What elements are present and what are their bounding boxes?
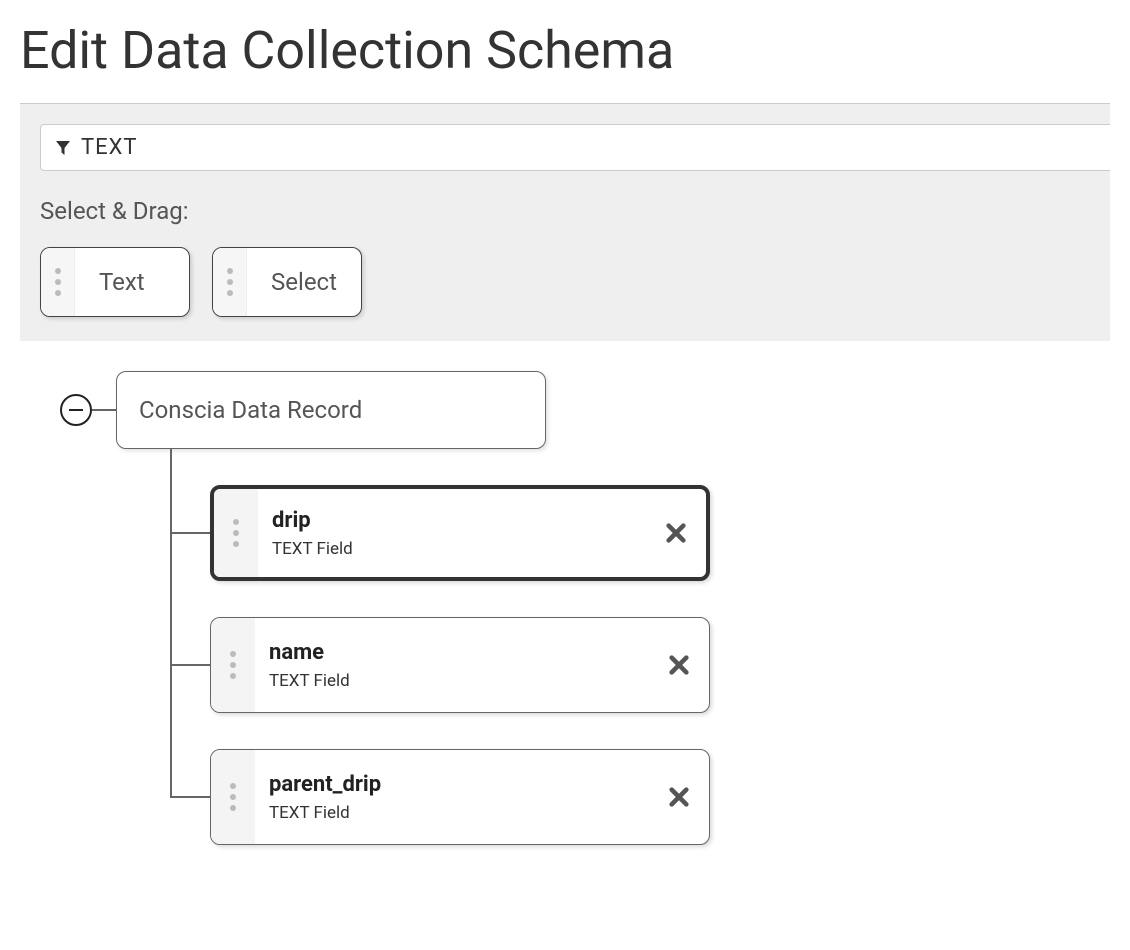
chip-label: Select [247, 248, 361, 316]
field-type: TEXT Field [269, 803, 649, 823]
field-type: TEXT Field [272, 539, 646, 559]
filter-value: TEXT [81, 135, 138, 160]
remove-field-button[interactable] [646, 489, 706, 577]
close-icon [668, 786, 690, 808]
collapse-toggle[interactable] [60, 394, 92, 426]
drag-handle-icon[interactable] [213, 248, 247, 316]
field-node-name[interactable]: name TEXT Field [210, 617, 710, 713]
field-type: TEXT Field [269, 671, 649, 691]
chip-label: Text [75, 248, 169, 316]
remove-field-button[interactable] [649, 618, 709, 712]
minus-icon [69, 409, 83, 411]
section-label: Select & Drag: [40, 197, 1110, 225]
tree-connector [92, 409, 116, 411]
field-name: drip [272, 508, 646, 533]
tree-connector [170, 532, 210, 534]
field-node-parent-drip[interactable]: parent_drip TEXT Field [210, 749, 710, 845]
field-node-drip[interactable]: drip TEXT Field [210, 485, 710, 581]
page-title: Edit Data Collection Schema [20, 20, 1110, 81]
chip-row: Text Select [40, 247, 1110, 317]
chip-text[interactable]: Text [40, 247, 190, 317]
chip-select[interactable]: Select [212, 247, 362, 317]
close-icon [665, 522, 687, 544]
tree-connector [170, 664, 210, 666]
filter-input[interactable]: TEXT [40, 124, 1110, 171]
field-type-panel: TEXT Select & Drag: Text Select [20, 103, 1110, 341]
drag-handle-icon[interactable] [211, 618, 255, 712]
root-node[interactable]: Conscia Data Record [116, 371, 546, 449]
drag-handle-icon[interactable] [214, 489, 258, 577]
remove-field-button[interactable] [649, 750, 709, 844]
tree-connector [170, 796, 210, 798]
schema-tree: Conscia Data Record drip TEXT Field [20, 341, 1110, 845]
drag-handle-icon[interactable] [41, 248, 75, 316]
field-name: parent_drip [269, 772, 649, 797]
filter-icon [55, 140, 71, 156]
drag-handle-icon[interactable] [211, 750, 255, 844]
field-name: name [269, 640, 649, 665]
close-icon [668, 654, 690, 676]
